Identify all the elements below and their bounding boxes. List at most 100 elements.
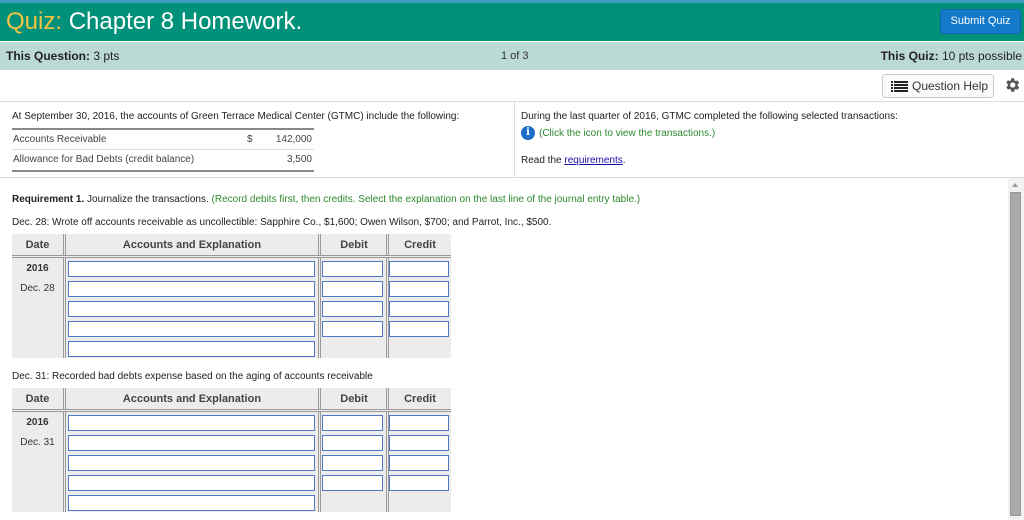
debit-input[interactable] (322, 415, 383, 431)
column-divider (63, 388, 66, 409)
credit-input[interactable] (389, 261, 449, 277)
page-title: Quiz: Chapter 8 Homework. (6, 8, 302, 36)
journal-header: Date Accounts and Explanation Debit Cred… (12, 234, 451, 258)
requirement-hint: (Record debits first, then credits. Sele… (211, 194, 641, 205)
quiz-label: Quiz: (6, 8, 63, 35)
journal-body: 2016 Dec. 31 (12, 412, 451, 512)
credit-column-header: Credit (404, 393, 436, 405)
requirement-text: Journalize the transactions. (84, 194, 212, 205)
column-divider (63, 258, 66, 358)
credit-input[interactable] (389, 281, 449, 297)
requirement-instruction: Requirement 1. Journalize the transactio… (12, 194, 640, 205)
column-divider (63, 412, 66, 512)
column-divider (318, 388, 321, 409)
transactions-intro: During the last quarter of 2016, GTMC co… (521, 111, 898, 122)
debit-input[interactable] (322, 475, 383, 491)
accounts-table: Accounts Receivable $ 142,000 Allowance … (12, 128, 314, 172)
credit-input[interactable] (389, 301, 449, 317)
requirements-link[interactable]: requirements (564, 155, 622, 166)
debit-input[interactable] (322, 321, 383, 337)
debit-input[interactable] (322, 435, 383, 451)
journal-date: Dec. 28 (20, 283, 55, 294)
account-input[interactable] (68, 475, 315, 491)
credit-input[interactable] (389, 321, 449, 337)
debit-input[interactable] (322, 455, 383, 471)
requirements-prefix: Read the (521, 155, 565, 166)
given-data-panel: At September 30, 2016, the accounts of G… (12, 111, 460, 172)
account-amount: 142,000 (275, 134, 312, 145)
account-input[interactable] (68, 261, 315, 277)
credit-column-header: Credit (404, 239, 436, 251)
given-data-intro: At September 30, 2016, the accounts of G… (12, 111, 460, 122)
account-amount: 3,500 (286, 154, 312, 165)
debit-column-header: Debit (340, 239, 368, 251)
quiz-points-label: This Quiz: (880, 49, 939, 63)
account-input[interactable] (68, 415, 315, 431)
quiz-title: Chapter 8 Homework. (68, 8, 303, 35)
scroll-up-arrow-icon[interactable] (1012, 183, 1018, 187)
journal-year: 2016 (26, 417, 49, 428)
requirements-line: Read the requirements. (521, 155, 626, 166)
panel-divider (514, 102, 515, 177)
transactions-hint-text: (Click the icon to view the transactions… (539, 127, 716, 139)
journal-header: Date Accounts and Explanation Debit Cred… (12, 388, 451, 412)
date-column-header: Date (25, 239, 50, 251)
transaction-description: Dec. 31: Recorded bad debts expense base… (12, 371, 373, 382)
requirement-label: Requirement 1. (12, 194, 85, 205)
account-input[interactable] (68, 321, 315, 337)
account-input[interactable] (68, 281, 315, 297)
credit-input[interactable] (389, 475, 449, 491)
credit-input[interactable] (389, 455, 449, 471)
submit-quiz-button[interactable]: Submit Quiz (940, 9, 1021, 34)
credit-input[interactable] (389, 415, 449, 431)
debit-input[interactable] (322, 261, 383, 277)
question-position: 1 of 3 (501, 50, 529, 62)
debit-input[interactable] (322, 301, 383, 317)
divider (0, 101, 1024, 102)
journal-year: 2016 (26, 263, 49, 274)
column-divider (386, 234, 389, 255)
transaction-description: Dec. 28: Wrote off accounts receivable a… (12, 217, 552, 228)
account-row: Allowance for Bad Debts (credit balance)… (12, 150, 314, 170)
gear-icon[interactable] (1003, 76, 1021, 94)
account-name: Accounts Receivable (13, 134, 107, 145)
question-points-label: This Question: (6, 49, 90, 63)
column-divider (386, 388, 389, 409)
question-help-label: Question Help (912, 79, 989, 93)
transactions-hint: i (Click the icon to view the transactio… (521, 126, 715, 140)
date-column-header: Date (25, 393, 50, 405)
column-divider (318, 258, 321, 358)
account-input[interactable] (68, 435, 315, 451)
explanation-input[interactable] (68, 341, 315, 357)
question-points-value: 3 pts (93, 49, 120, 63)
journal-body: 2016 Dec. 28 (12, 258, 451, 358)
quiz-points-value: 10 pts possible (941, 49, 1022, 63)
column-divider (318, 412, 321, 512)
accounts-column-header: Accounts and Explanation (122, 239, 262, 251)
column-divider (318, 234, 321, 255)
scrollbar-thumb[interactable] (1010, 192, 1021, 516)
account-name: Allowance for Bad Debts (credit balance) (13, 154, 195, 165)
debit-column-header: Debit (340, 393, 368, 405)
account-input[interactable] (68, 301, 315, 317)
quiz-header: Quiz: Chapter 8 Homework. Submit Quiz (0, 3, 1024, 41)
account-row: Accounts Receivable $ 142,000 (12, 130, 314, 150)
info-bar: This Question: 3 pts 1 of 3 This Quiz: 1… (0, 42, 1024, 70)
list-icon (891, 81, 908, 92)
divider (0, 177, 1024, 178)
info-icon[interactable]: i (521, 126, 535, 140)
requirements-suffix: . (622, 155, 626, 166)
quiz-points: This Quiz: 10 pts possible (881, 49, 1022, 63)
transactions-panel: During the last quarter of 2016, GTMC co… (521, 111, 898, 166)
account-currency: $ (247, 134, 253, 145)
explanation-input[interactable] (68, 495, 315, 511)
credit-input[interactable] (389, 435, 449, 451)
question-points: This Question: 3 pts (6, 49, 119, 63)
question-help-button[interactable]: Question Help (882, 74, 994, 98)
account-input[interactable] (68, 455, 315, 471)
debit-input[interactable] (322, 281, 383, 297)
journal-entry-table: Date Accounts and Explanation Debit Cred… (12, 388, 451, 512)
journal-entry-table: Date Accounts and Explanation Debit Cred… (12, 234, 451, 358)
accounts-column-header: Accounts and Explanation (122, 393, 262, 405)
column-divider (63, 234, 66, 255)
